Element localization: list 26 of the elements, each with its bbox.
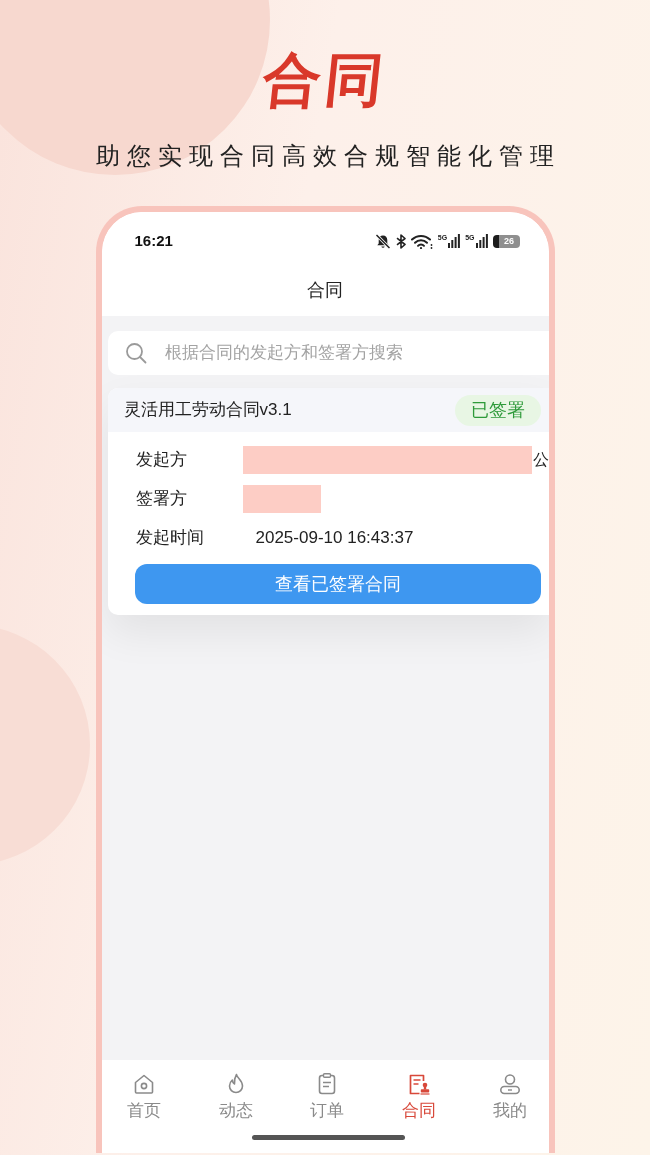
tab-bar-item[interactable]: 合同	[373, 1072, 465, 1122]
view-contract-button[interactable]: 查看已签署合同	[134, 564, 541, 604]
hero-title: 合同	[259, 48, 391, 112]
search-field[interactable]: 根据合同的发起方和签署方搜索	[107, 331, 549, 375]
user-icon	[498, 1072, 523, 1096]
signal-bars-icon	[448, 234, 461, 248]
signal-bars-icon	[475, 234, 488, 248]
search-icon	[124, 342, 147, 364]
hero-subtitle: 助您实现合同高效合规智能化管理	[95, 141, 561, 171]
tab-bar-item[interactable]: 首页	[101, 1072, 190, 1122]
wifi-icon	[410, 233, 433, 249]
field-label: 发起时间	[135, 526, 205, 549]
field-label: 签署方	[135, 487, 188, 510]
field-value: 公	[532, 449, 549, 470]
bluetooth-icon	[395, 233, 406, 249]
muted-bell-icon	[374, 233, 391, 249]
tab-bar-item[interactable]: 订单	[281, 1072, 373, 1122]
status-badge: 已签署	[454, 394, 541, 426]
battery-indicator: 26	[492, 234, 520, 248]
field-label: 发起方	[135, 448, 188, 471]
contract-title: 灵活用工劳动合同v3.1	[123, 399, 292, 421]
status-time: 16:21	[134, 232, 173, 250]
tab-bar-item[interactable]: 我的	[464, 1072, 549, 1122]
field-value: 2025-09-10 16:43:37	[255, 526, 414, 549]
page-title: 合同	[307, 279, 343, 302]
tab-bar-item[interactable]: 动态	[190, 1072, 282, 1122]
